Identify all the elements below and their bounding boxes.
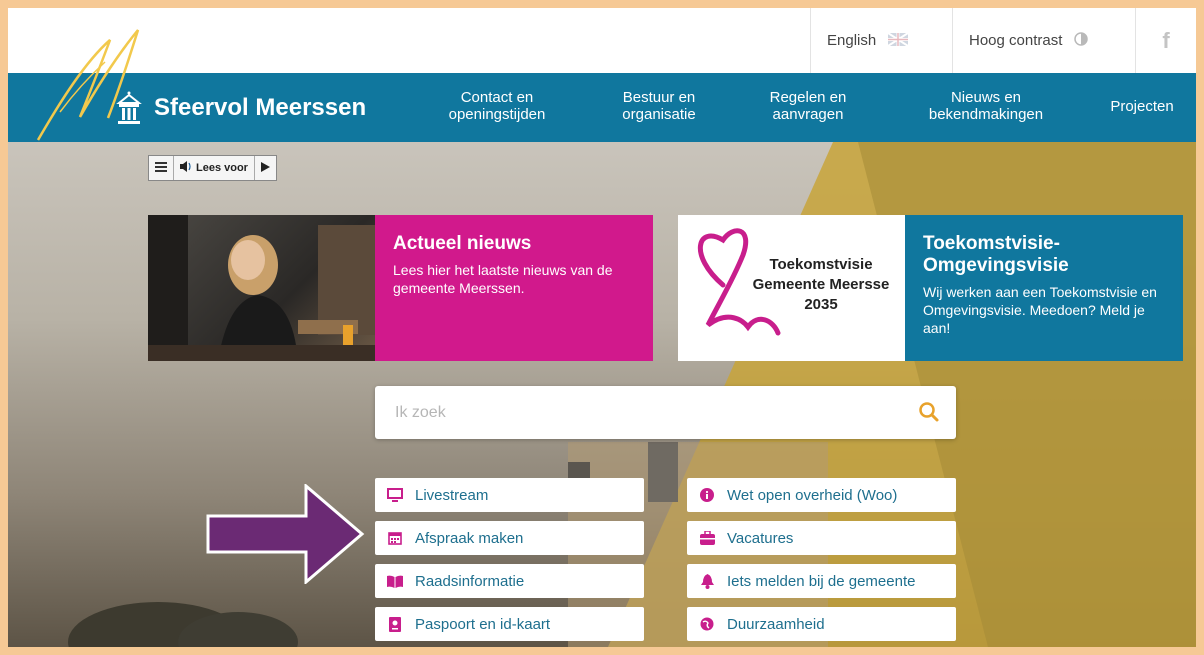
search-icon[interactable] [918, 401, 940, 423]
quicklink-label: Afspraak maken [415, 529, 524, 547]
scribble-logo [36, 29, 140, 141]
vision-logo-line3: 2035 [804, 296, 838, 313]
quicklink-passport[interactable]: Paspoort en id-kaart [375, 607, 644, 641]
contrast-toggle[interactable]: Hoog contrast [952, 8, 1135, 73]
nav-bestuur-line1: Bestuur en [622, 89, 696, 106]
nav-contact-line1: Contact en [460, 89, 534, 106]
vision-card-title: Toekomstvisie-Omgevingsvisie [923, 233, 1069, 276]
calendar-icon [387, 530, 403, 546]
news-card-description: Lees hier het laatste nieuws van de geme… [393, 262, 613, 296]
news-card-photo [148, 215, 375, 361]
readspeaker-label: Lees voor [196, 162, 248, 174]
nav-projecten-label: Projecten [1110, 98, 1174, 115]
readspeaker-bar: Lees voor [148, 155, 277, 181]
quicklink-label: Livestream [415, 486, 489, 504]
passport-icon [387, 616, 403, 632]
nav-contact-line2: openingstijden [448, 106, 546, 123]
vision-card-logo: Toekomstvisie Gemeente Meersse 2035 [678, 215, 905, 361]
quicklink-label: Duurzaamheid [727, 615, 825, 633]
main-navigation: Sfeervol Meerssen Contact en openingstij… [8, 73, 1196, 142]
speaker-icon [180, 161, 192, 175]
nav-regelen-line2: aanvragen [772, 106, 844, 123]
facebook-link[interactable]: f [1135, 8, 1196, 73]
quicklink-appointment[interactable]: Afspraak maken [375, 521, 644, 555]
quicklink-label: Vacatures [727, 529, 794, 547]
quicklink-label: Raadsinformatie [415, 572, 525, 590]
nav-bestuur[interactable]: Bestuur en organisatie [604, 89, 714, 123]
quicklink-report[interactable]: Iets melden bij de gemeente [687, 564, 956, 598]
nav-regelen[interactable]: Regelen en aanvragen [753, 89, 863, 123]
readspeaker-menu-button[interactable] [149, 156, 174, 180]
purple-arrow-graphic [206, 484, 365, 584]
quicklink-label: Wet open overheid (Woo) [727, 486, 898, 504]
quicklink-sustainability[interactable]: Duurzaamheid [687, 607, 956, 641]
vision-card[interactable]: Toekomstvisie Gemeente Meersse 2035 Toek… [678, 215, 1183, 361]
search-input[interactable] [393, 400, 897, 426]
vision-logo-text: Toekomstvisie Gemeente Meersse 2035 [736, 255, 906, 315]
quicklink-livestream[interactable]: Livestream [375, 478, 644, 512]
language-label: English [827, 32, 877, 49]
nav-contact[interactable]: Contact en openingstijden [442, 89, 552, 123]
readspeaker-read-button[interactable]: Lees voor [174, 156, 255, 180]
brand-home-link[interactable]: Sfeervol Meerssen [116, 73, 366, 142]
language-switch[interactable]: English [810, 8, 952, 73]
news-card-title: Actueel nieuws [393, 233, 532, 254]
woman-with-phone-image [148, 215, 375, 361]
brand-name: Sfeervol Meerssen [154, 93, 367, 121]
book-icon [387, 573, 403, 589]
contrast-icon [1074, 32, 1089, 49]
news-card[interactable]: Actueel nieuws Lees hier het laatste nie… [148, 215, 653, 361]
vision-card-description: Wij werken aan een Toekomstvisie en Omge… [923, 284, 1157, 336]
news-card-text: Actueel nieuws Lees hier het laatste nie… [375, 215, 653, 361]
quicklink-vacancies[interactable]: Vacatures [687, 521, 956, 555]
menu-icon [155, 161, 167, 175]
contrast-label: Hoog contrast [969, 32, 1063, 49]
quicklink-label: Iets melden bij de gemeente [727, 572, 916, 590]
search-box [375, 386, 956, 439]
vision-card-text: Toekomstvisie-Omgevingsvisie Wij werken … [905, 215, 1183, 361]
vision-logo-line1: Toekomstvisie [769, 256, 873, 273]
monitor-icon [387, 487, 403, 503]
nav-regelen-line1: Regelen en [769, 89, 847, 106]
readspeaker-play-button[interactable] [255, 156, 276, 180]
quicklink-council-info[interactable]: Raadsinformatie [375, 564, 644, 598]
leaf-globe-icon [699, 616, 715, 632]
nav-nieuws-line1: Nieuws en [950, 89, 1022, 106]
vision-logo-line2: Gemeente Meersse [752, 276, 890, 293]
utility-bar: English Hoog contrast f [8, 8, 1196, 73]
nav-nieuws[interactable]: Nieuws en bekendmakingen [916, 89, 1056, 123]
browser-viewport: English Hoog contrast f Sfeervol Meersse… [8, 8, 1196, 647]
nav-projecten[interactable]: Projecten [1102, 98, 1182, 115]
uk-flag-icon [887, 31, 909, 49]
briefcase-icon [699, 530, 715, 546]
facebook-icon: f [1162, 27, 1170, 53]
quicklink-label: Paspoort en id-kaart [415, 615, 551, 633]
bell-icon [699, 573, 715, 589]
info-icon [699, 487, 715, 503]
play-icon [260, 161, 270, 175]
quicklink-woo[interactable]: Wet open overheid (Woo) [687, 478, 956, 512]
nav-nieuws-line2: bekendmakingen [928, 106, 1044, 123]
nav-bestuur-line2: organisatie [622, 106, 696, 123]
